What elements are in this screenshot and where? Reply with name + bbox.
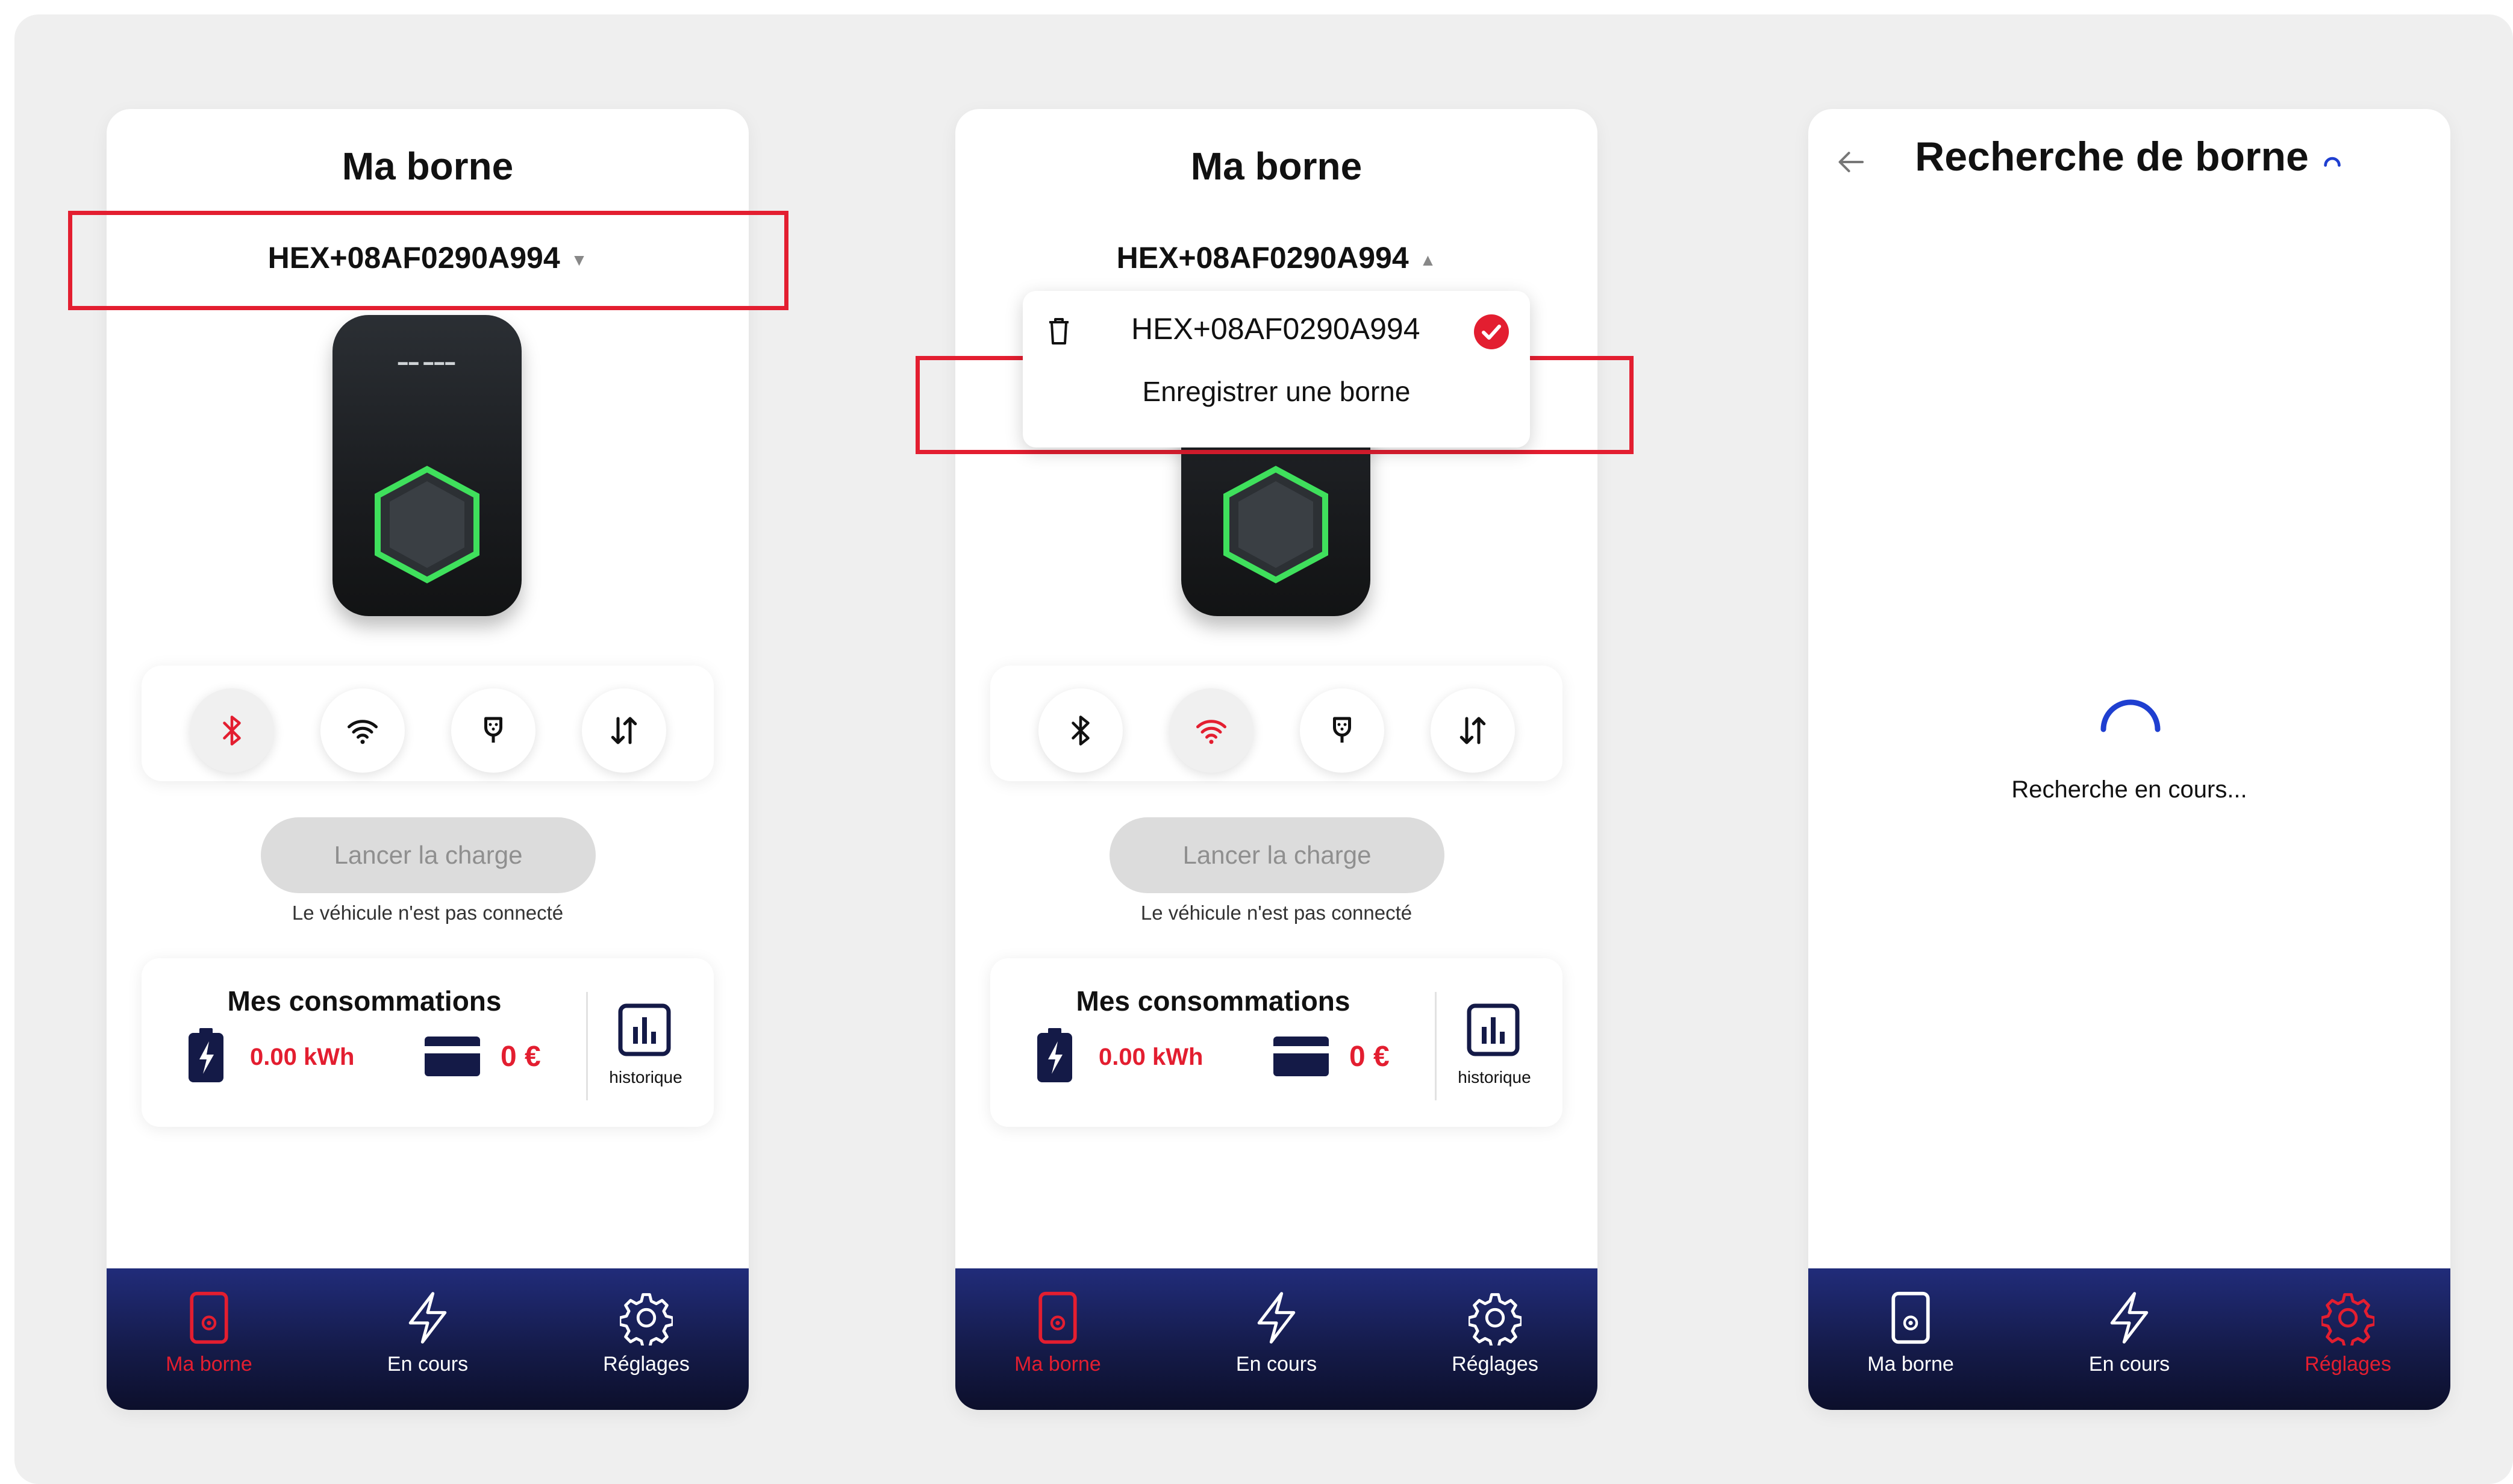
wifi-button[interactable] bbox=[320, 688, 405, 773]
page-title: Recherche de borne bbox=[1808, 133, 2450, 180]
plug-button[interactable] bbox=[451, 688, 535, 773]
tab-in-progress[interactable]: En cours bbox=[2039, 1290, 2220, 1376]
device-name: HEX+08AF0290A994 bbox=[1116, 241, 1409, 275]
bolt-icon bbox=[2110, 1292, 2149, 1344]
start-charge-button[interactable]: Lancer la charge bbox=[261, 817, 596, 893]
chart-icon[interactable] bbox=[1466, 1003, 1520, 1057]
bolt-icon bbox=[1257, 1292, 1296, 1344]
tab-my-charger[interactable]: Ma borne bbox=[119, 1290, 299, 1376]
tab-label: Réglages bbox=[603, 1353, 690, 1376]
chart-icon[interactable] bbox=[617, 1003, 672, 1057]
spinner-icon bbox=[2324, 157, 2341, 167]
phone-screen-search: Recherche de borne Recherche en cours...… bbox=[1808, 109, 2450, 1410]
energy-value: 0.00 kWh bbox=[1099, 1044, 1203, 1070]
charger-image: ▬▬ ▬▬▬ bbox=[332, 315, 522, 616]
page-title-text: Recherche de borne bbox=[1915, 134, 2309, 179]
dropdown-item-label: HEX+08AF0290A994 bbox=[1131, 312, 1420, 346]
tab-label: En cours bbox=[2088, 1353, 2170, 1376]
device-selector[interactable]: HEX+08AF0290A994 ▲ bbox=[955, 240, 1597, 275]
battery-icon bbox=[189, 1028, 223, 1082]
tab-label: Ma borne bbox=[1867, 1353, 1954, 1376]
gear-icon bbox=[2321, 1293, 2374, 1345]
tab-settings[interactable]: Réglages bbox=[2258, 1290, 2438, 1376]
chevron-up-icon: ▲ bbox=[1419, 250, 1437, 269]
tab-label: Réglages bbox=[2305, 1353, 2391, 1376]
divider bbox=[586, 992, 588, 1100]
vehicle-status-note: Le véhicule n'est pas connecté bbox=[1140, 902, 1413, 924]
wifi-icon bbox=[348, 720, 378, 744]
battery-icon bbox=[1037, 1028, 1072, 1082]
search-status: Recherche en cours... bbox=[2011, 776, 2247, 803]
start-charge-button[interactable]: Lancer la charge bbox=[1110, 817, 1444, 893]
page-title: Ma borne bbox=[1190, 145, 1363, 188]
consumption-title: Mes consommations bbox=[227, 985, 502, 1017]
bottom-tab-bar: Ma borne En cours Réglages bbox=[107, 1268, 749, 1410]
charger-led-hexagon bbox=[375, 466, 479, 584]
transfer-button[interactable] bbox=[582, 688, 666, 773]
device-dropdown: HEX+08AF0290A994 Enregistrer une borne bbox=[1023, 291, 1530, 447]
phone-screen-device-menu: Ma borne HEX+08AF0290A994 ▲ HEX+08AF0290A… bbox=[955, 109, 1597, 1410]
bottom-tab-bar: Ma borne En cours Réglages bbox=[955, 1268, 1597, 1410]
charger-icon bbox=[190, 1291, 228, 1344]
energy-value: 0.00 kWh bbox=[250, 1044, 355, 1070]
charger-led-hexagon bbox=[1223, 466, 1328, 584]
bluetooth-icon bbox=[1072, 716, 1090, 746]
connection-actions bbox=[142, 666, 714, 781]
history-link[interactable]: historique bbox=[1449, 1068, 1540, 1087]
card-icon bbox=[425, 1037, 480, 1076]
dropdown-item-device[interactable]: HEX+08AF0290A994 bbox=[1023, 299, 1530, 360]
tab-label: En cours bbox=[387, 1353, 469, 1376]
tab-label: Ma borne bbox=[1014, 1353, 1101, 1376]
charger-icon bbox=[1891, 1291, 1930, 1344]
cost-value: 0 € bbox=[501, 1041, 541, 1073]
charger-icon bbox=[1038, 1291, 1077, 1344]
bolt-icon bbox=[408, 1292, 447, 1344]
transfer-button[interactable] bbox=[1431, 688, 1515, 773]
consumption-title: Mes consommations bbox=[1076, 985, 1350, 1017]
transfer-icon bbox=[611, 717, 637, 744]
register-charger-item[interactable]: Enregistrer une borne bbox=[1023, 375, 1530, 408]
bluetooth-icon bbox=[223, 716, 241, 746]
plug-button[interactable] bbox=[1300, 688, 1384, 773]
connection-actions bbox=[990, 666, 1562, 781]
tab-label: En cours bbox=[1235, 1353, 1317, 1376]
bluetooth-button[interactable] bbox=[1038, 688, 1123, 773]
plug-icon bbox=[1333, 717, 1351, 743]
tab-in-progress[interactable]: En cours bbox=[1186, 1290, 1367, 1376]
transfer-icon bbox=[1459, 717, 1486, 744]
tab-label: Ma borne bbox=[166, 1353, 252, 1376]
tab-settings[interactable]: Réglages bbox=[556, 1290, 737, 1376]
tab-label: Réglages bbox=[1452, 1353, 1538, 1376]
bottom-tab-bar: Ma borne En cours Réglages bbox=[1808, 1268, 2450, 1410]
history-link[interactable]: historique bbox=[601, 1068, 691, 1087]
bluetooth-button[interactable] bbox=[190, 688, 274, 773]
highlight-device-selector bbox=[68, 211, 788, 310]
tab-my-charger[interactable]: Ma borne bbox=[1820, 1290, 2001, 1376]
consumption-card: Mes consommations 0.00 kWh 0 € historiqu… bbox=[142, 958, 714, 1127]
cost-value: 0 € bbox=[1349, 1041, 1390, 1073]
card-icon bbox=[1273, 1037, 1329, 1076]
gear-icon bbox=[620, 1293, 673, 1345]
tab-settings[interactable]: Réglages bbox=[1405, 1290, 1585, 1376]
consumption-card: Mes consommations 0.00 kWh 0 € historiqu… bbox=[990, 958, 1562, 1127]
plug-icon bbox=[484, 717, 502, 743]
divider bbox=[1435, 992, 1437, 1100]
page-title: Ma borne bbox=[342, 145, 514, 188]
trash-icon[interactable] bbox=[1047, 317, 1071, 345]
check-icon bbox=[1474, 314, 1509, 349]
charger-brand-mark: ▬▬ ▬▬▬ bbox=[398, 357, 457, 367]
wifi-button[interactable] bbox=[1169, 688, 1253, 773]
tab-my-charger[interactable]: Ma borne bbox=[967, 1290, 1148, 1376]
wifi-icon bbox=[1196, 720, 1226, 744]
vehicle-status-note: Le véhicule n'est pas connecté bbox=[292, 902, 564, 924]
tab-in-progress[interactable]: En cours bbox=[337, 1290, 518, 1376]
spinner-icon bbox=[2100, 699, 2161, 732]
gear-icon bbox=[1469, 1293, 1522, 1345]
